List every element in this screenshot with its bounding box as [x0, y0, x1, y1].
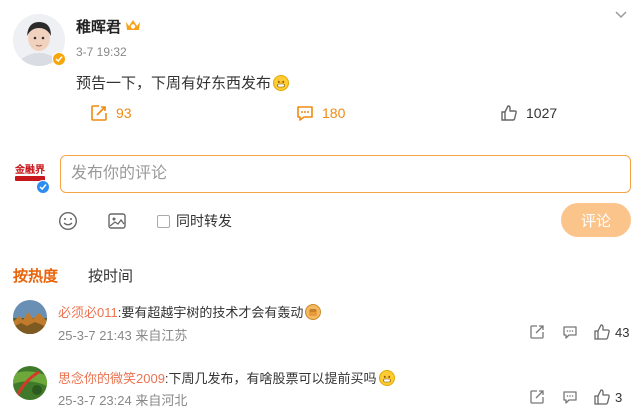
- comment-time: 25-3-7 23:24: [58, 393, 132, 408]
- comment-actions: 3: [528, 388, 622, 406]
- verified-badge-blue: [36, 180, 50, 194]
- comment-like-icon[interactable]: [593, 323, 611, 341]
- comment-count: 180: [322, 105, 346, 121]
- comment-input-box[interactable]: [60, 155, 631, 193]
- comment-line: 必须必011 :要有超越宇树的技术才会有轰动: [58, 302, 322, 321]
- comment-location: 来自江苏: [135, 328, 188, 343]
- emoji-icon[interactable]: [58, 211, 78, 231]
- comment-time: 25-3-7 21:43: [58, 328, 132, 343]
- comment-like-icon[interactable]: [593, 388, 611, 406]
- like-icon: [501, 105, 517, 121]
- comment-avatar[interactable]: [13, 366, 47, 400]
- comment-icon: [297, 106, 313, 121]
- comment-location: 来自河北: [135, 393, 188, 408]
- tab-sort-time[interactable]: 按时间: [88, 265, 133, 286]
- comment-like-count: 43: [615, 324, 630, 340]
- chevron-down-icon[interactable]: [614, 10, 628, 20]
- grin-emoji: [273, 74, 290, 91]
- comment-reply-icon[interactable]: [561, 323, 579, 341]
- brand-logo-text: 金融界: [14, 163, 45, 176]
- author-name[interactable]: 稚晖君: [76, 16, 121, 37]
- member-crown-icon: [124, 17, 142, 33]
- like-button[interactable]: 1027: [500, 104, 557, 122]
- comment-meta: 25-3-7 21:43 来自江苏: [58, 325, 187, 344]
- repost-button[interactable]: 93: [90, 104, 132, 122]
- like-count: 1027: [526, 105, 558, 121]
- comment-username[interactable]: 必须必011: [58, 302, 118, 321]
- submit-comment-button[interactable]: 评论: [561, 203, 631, 237]
- post-text-content: 预告一下，下周有好东西发布: [76, 75, 272, 92]
- verified-badge: [52, 52, 66, 66]
- comment-repost-icon[interactable]: [528, 323, 546, 341]
- comment-repost-icon[interactable]: [528, 388, 546, 406]
- comment-text: :下周几发布，有啥股票可以提前买吗: [164, 371, 377, 386]
- comment-like-count: 3: [615, 389, 623, 405]
- repost-icon: [91, 105, 107, 121]
- comment-meta: 25-3-7 23:24 来自河北: [58, 390, 187, 409]
- repost-count: 93: [116, 105, 132, 121]
- comment-avatar[interactable]: [13, 300, 47, 334]
- repost-checkbox[interactable]: [157, 214, 170, 228]
- comment-reply-icon[interactable]: [561, 388, 579, 406]
- comment-username[interactable]: 思念你的微笑2009: [58, 368, 165, 387]
- grin-emoji: [378, 369, 395, 386]
- comment-actions: 43: [528, 323, 629, 341]
- repost-checkbox-label: 同时转发: [176, 213, 232, 229]
- comment-line: 思念你的微笑2009 :下周几发布，有啥股票可以提前买吗: [58, 368, 395, 387]
- image-icon[interactable]: [107, 211, 127, 231]
- comment-text: :要有超越宇树的技术才会有轰动: [117, 305, 304, 320]
- comment-input[interactable]: [61, 156, 630, 192]
- tab-sort-hot[interactable]: 按热度: [13, 265, 58, 286]
- fist-emoji: [305, 303, 322, 320]
- post-text: 预告一下，下周有好东西发布: [76, 72, 290, 93]
- also-repost-option[interactable]: 同时转发: [157, 211, 232, 231]
- comment-button[interactable]: 180: [296, 104, 345, 122]
- post-time: 3-7 19:32: [76, 45, 127, 59]
